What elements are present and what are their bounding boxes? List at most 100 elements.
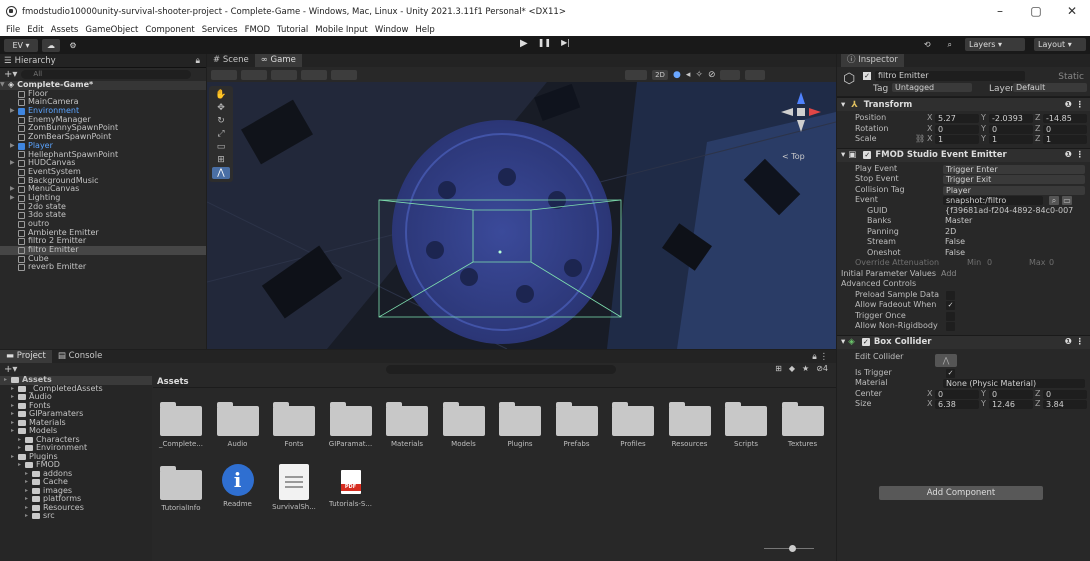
tag-dropdown[interactable]: Untagged — [892, 83, 972, 92]
menu-tutorial[interactable]: Tutorial — [277, 25, 308, 35]
hierarchy-tab[interactable]: ☰ Hierarchy 🔒︎ — [0, 54, 206, 68]
menu-window[interactable]: Window — [375, 25, 409, 35]
scale-x-field[interactable]: 1 — [935, 135, 979, 144]
audio-icon[interactable]: ◂ — [686, 70, 691, 80]
expand-arrow-icon[interactable]: ▸ — [25, 495, 32, 504]
minimize-button[interactable]: – — [982, 0, 1018, 23]
folder-tree-item[interactable]: ▸ _CompletedAssets — [0, 384, 152, 394]
menu-help[interactable]: Help — [415, 25, 434, 35]
rotate-tool-icon[interactable]: ↻ — [212, 115, 230, 127]
pause-button[interactable]: ❚❚ — [538, 38, 551, 49]
tab-console[interactable]: ▤ Console — [52, 350, 108, 363]
transform-header[interactable]: ▾ ⅄ Transform ❶ ⋮ — [837, 97, 1090, 111]
expand-arrow-icon[interactable]: ▶ — [10, 107, 18, 116]
create-icon[interactable]: +▾ — [4, 364, 17, 375]
inspector-tab[interactable]: ⓘ Inspector — [837, 54, 1090, 67]
expand-arrow-icon[interactable]: ▶ — [10, 185, 18, 194]
toggle-2d-button[interactable]: 2D — [652, 69, 668, 80]
hierarchy-search-input[interactable]: All — [21, 69, 192, 79]
shading-dropdown[interactable] — [211, 69, 237, 80]
grid-snap-dropdown[interactable] — [271, 69, 297, 80]
hierarchy-item[interactable]: reverb Emitter — [0, 263, 206, 272]
maximize-button[interactable]: ▢ — [1018, 0, 1054, 23]
tab-scene[interactable]: # Scene — [207, 54, 255, 67]
folder-tree-item[interactable]: ▸ Cache — [0, 477, 152, 487]
grid-dropdown[interactable] — [331, 69, 357, 80]
hand-tool-icon[interactable]: ✋ — [212, 89, 230, 101]
zoom-slider-handle[interactable] — [789, 545, 796, 552]
position-x-field[interactable]: 5.27 — [935, 114, 979, 123]
folder-tree-item[interactable]: ▸ Resources — [0, 503, 152, 513]
menu-services[interactable]: Services — [202, 25, 238, 35]
project-search-input[interactable] — [386, 365, 616, 374]
position-z-field[interactable]: -14.85 — [1043, 114, 1087, 123]
view-orientation-label[interactable]: < Top — [782, 152, 805, 161]
asset-item[interactable]: TutorialInfo — [153, 464, 209, 512]
expand-arrow-icon[interactable]: ▸ — [18, 436, 25, 445]
folder-tree-item[interactable]: ▸ Plugins — [0, 452, 152, 462]
position-y-field[interactable]: -2.0393 — [989, 114, 1033, 123]
transform-tool-icon[interactable]: ⊞ — [212, 154, 230, 166]
expand-arrow-icon[interactable]: ▸ — [18, 461, 25, 470]
center-x-field[interactable]: 0 — [935, 389, 979, 399]
expand-arrow-icon[interactable]: ▸ — [25, 470, 32, 479]
physic-material-field[interactable]: None (Physic Material) — [943, 379, 1085, 388]
component-menu-icon[interactable]: ⋮ — [1076, 337, 1085, 347]
filter-type-icon[interactable]: ⊞ — [775, 364, 782, 373]
fmod-emitter-header[interactable]: ▾ ▣ ✓ FMOD Studio Event Emitter ❶ ⋮ — [837, 147, 1090, 162]
collab-icon[interactable]: ⚙ — [64, 39, 82, 52]
asset-folder[interactable]: Scripts — [718, 402, 774, 448]
layers-dropdown[interactable]: Layers ▾ — [965, 38, 1025, 51]
step-button[interactable]: ▶| — [561, 38, 570, 49]
scale-y-field[interactable]: 1 — [989, 135, 1033, 144]
asset-folder[interactable]: Prefabs — [549, 402, 605, 448]
add-icon[interactable]: +▾ — [4, 69, 17, 80]
allow-non-rigidbody-checkbox[interactable] — [946, 322, 955, 331]
expand-arrow-icon[interactable]: ▸ — [11, 393, 18, 402]
tab-project[interactable]: ▬ Project — [0, 350, 52, 363]
expand-arrow-icon[interactable]: ▸ — [4, 376, 11, 385]
asset-folder[interactable]: Profiles — [605, 402, 661, 448]
edit-collider-button[interactable]: ⋀ — [935, 353, 957, 367]
asset-item[interactable]: PDF Tutorials-S... — [323, 464, 379, 508]
hidden-count-icon[interactable]: ⊘4 — [816, 364, 828, 373]
breadcrumb[interactable]: Assets — [153, 376, 836, 388]
menu-component[interactable]: Component — [145, 25, 194, 35]
account-dropdown[interactable]: EV ▾ — [4, 38, 38, 52]
rotation-y-field[interactable]: 0 — [989, 124, 1033, 134]
expand-arrow-icon[interactable]: ▸ — [11, 419, 18, 428]
expand-arrow-icon[interactable]: ▸ — [11, 402, 18, 411]
box-collider-enabled-checkbox[interactable]: ✓ — [861, 338, 870, 346]
camera-dropdown[interactable] — [720, 69, 741, 80]
box-collider-header[interactable]: ▾ ◈ ✓ Box Collider ❶ ⋮ — [837, 334, 1090, 349]
asset-item[interactable]: i Readme — [210, 464, 266, 508]
asset-folder[interactable]: Audio — [210, 402, 266, 448]
asset-folder[interactable]: Materials — [379, 402, 435, 448]
folder-tree-item[interactable]: ▸ src — [0, 511, 152, 521]
expand-arrow-icon[interactable]: ▶ — [10, 159, 18, 168]
fmod-enabled-checkbox[interactable]: ✓ — [863, 151, 872, 159]
panel-menu-icon[interactable]: 🔒︎ ⋮ — [812, 352, 828, 362]
folder-tree-item[interactable]: ▸ Audio — [0, 392, 152, 402]
size-x-field[interactable]: 6.38 — [935, 400, 979, 409]
menu-edit[interactable]: Edit — [27, 25, 43, 35]
help-icon[interactable]: ❶ — [1065, 100, 1072, 110]
center-y-field[interactable]: 0 — [989, 389, 1033, 399]
allow-fadeout-checkbox[interactable]: ✓ — [946, 301, 955, 310]
folder-tree-item[interactable]: ▸ addons — [0, 469, 152, 479]
stop-event-dropdown[interactable]: Trigger Exit — [943, 175, 1085, 184]
folder-tree-item[interactable]: ▸ Materials — [0, 418, 152, 428]
event-field[interactable]: snapshot:/filtro — [943, 196, 1043, 205]
center-z-field[interactable]: 0 — [1043, 389, 1087, 399]
play-button[interactable]: ▶ — [520, 38, 528, 49]
asset-folder[interactable]: GIParamat... — [323, 402, 379, 448]
menu-gameobject[interactable]: GameObject — [85, 25, 138, 35]
expand-arrow-icon[interactable]: ▸ — [18, 444, 25, 453]
object-name-field[interactable]: filtro Emitter — [875, 71, 1025, 81]
play-event-dropdown[interactable]: Trigger Enter — [943, 164, 1085, 174]
asset-folder[interactable]: Models — [436, 402, 492, 448]
layer-dropdown[interactable]: Default — [1013, 83, 1087, 92]
close-button[interactable]: ✕ — [1054, 0, 1090, 23]
menu-fmod[interactable]: FMOD — [245, 25, 270, 35]
size-y-field[interactable]: 12.46 — [989, 400, 1033, 409]
